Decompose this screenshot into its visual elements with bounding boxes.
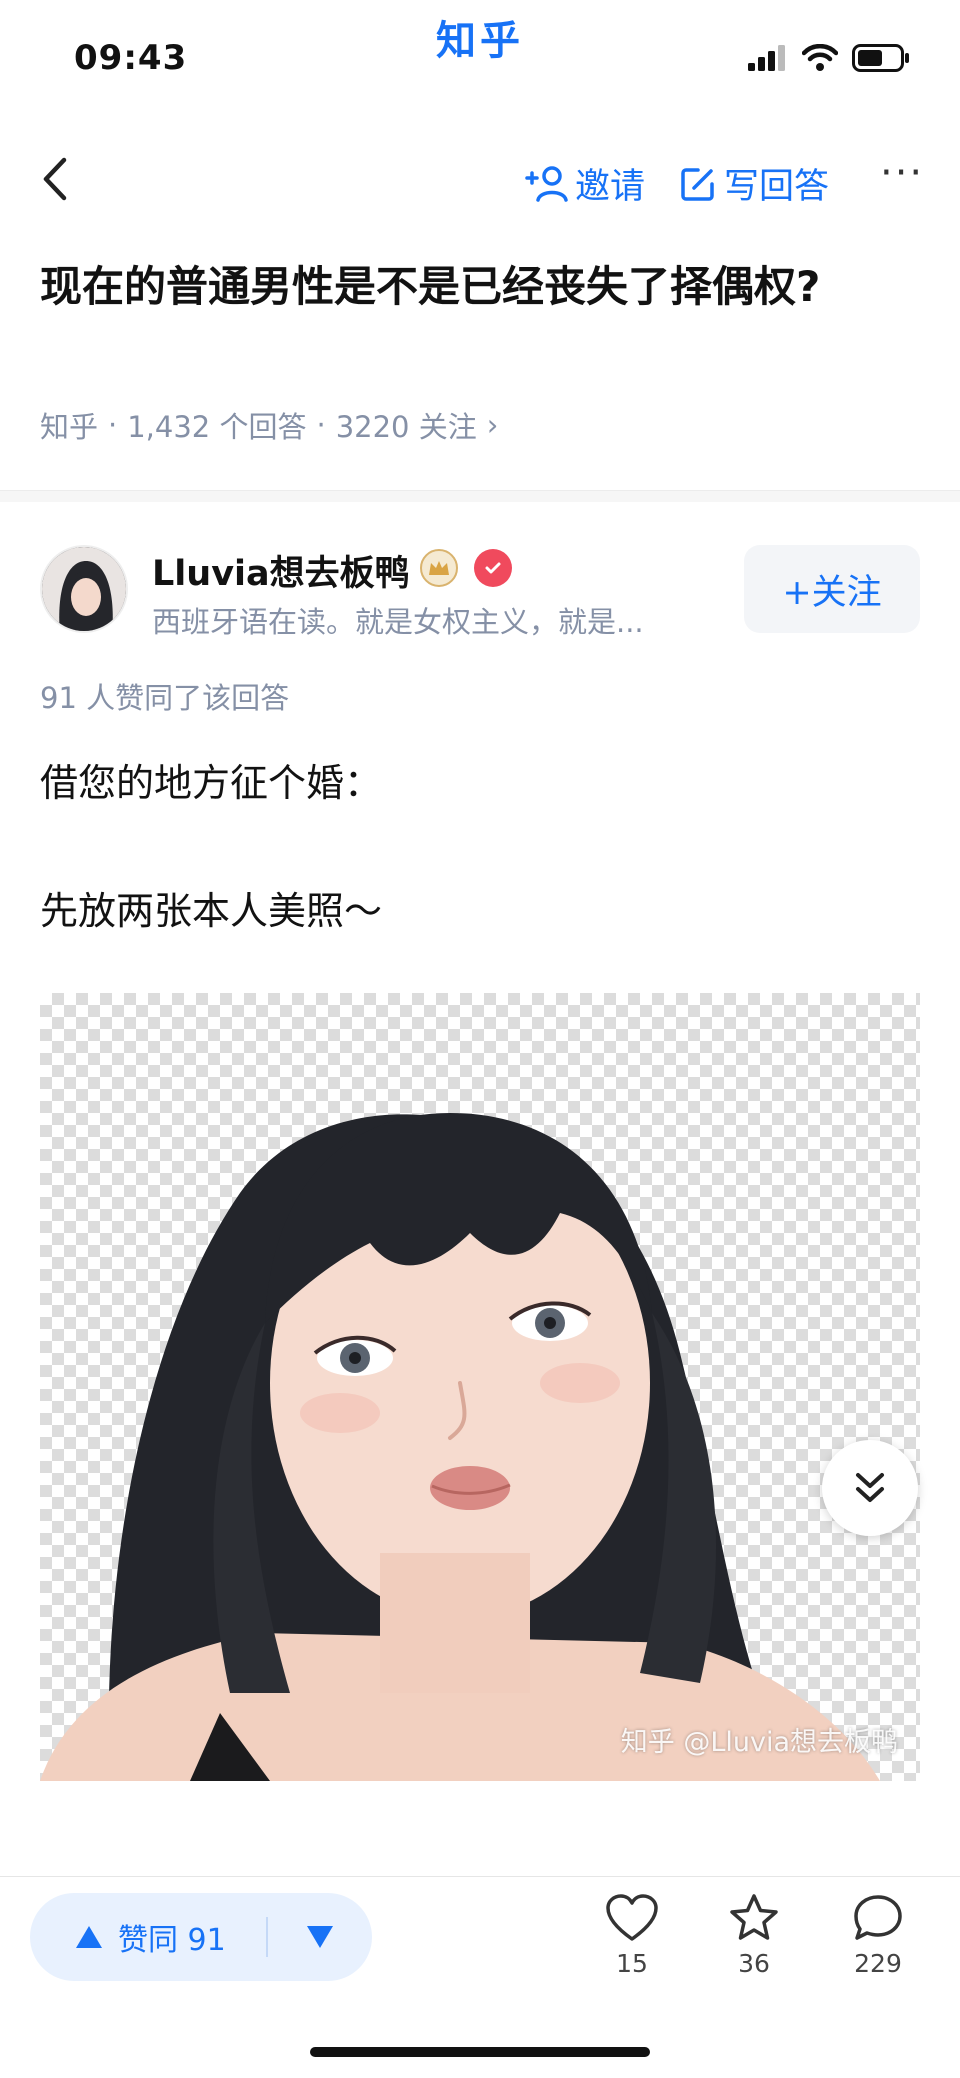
answer-paragraph: 先放两张本人美照～: [40, 889, 383, 933]
author-bio: 西班牙语在读。就是女权主义，就是...: [152, 605, 644, 639]
invite-user-icon: [525, 165, 568, 202]
like-count: 15: [616, 1949, 648, 1978]
answer-image[interactable]: 知乎 @Lluvia想去板鸭: [40, 993, 920, 1781]
downvote-button[interactable]: [268, 1893, 372, 1981]
write-answer-button[interactable]: 写回答: [678, 158, 829, 209]
comment-button[interactable]: 229: [838, 1893, 918, 1978]
cellular-signal-icon: [748, 45, 785, 71]
heart-icon: [606, 1894, 658, 1941]
comment-count: 229: [854, 1949, 902, 1978]
star-icon: [730, 1894, 778, 1940]
avatar-image: [42, 547, 126, 631]
favorite-button[interactable]: 36: [714, 1893, 794, 1978]
double-chevron-down-icon: [856, 1473, 884, 1502]
author-row: Lluvia想去板鸭 西班牙语在读。就是女权主义，就是... +关注: [40, 545, 920, 639]
agree-count-text: 91 人赞同了该回答: [40, 681, 290, 715]
section-divider: [0, 490, 960, 502]
upvote-button[interactable]: 赞同 91: [30, 1893, 266, 1981]
verified-badge-icon: [474, 549, 512, 587]
image-watermark: 知乎 @Lluvia想去板鸭: [620, 1727, 898, 1758]
home-indicator[interactable]: [310, 2047, 650, 2057]
arrow-down-icon: [307, 1926, 333, 1948]
arrow-up-icon: [76, 1926, 102, 1948]
answer-count: 1,432 个回答: [127, 410, 307, 444]
author-name[interactable]: Lluvia想去板鸭: [152, 545, 410, 596]
follower-count: 3220 关注: [335, 410, 477, 444]
scroll-down-button[interactable]: [822, 1440, 918, 1536]
meta-dot: ·: [108, 408, 118, 442]
question-title[interactable]: 现在的普通男性是不是已经丧失了择偶权?: [40, 258, 920, 316]
question-meta[interactable]: 知乎 · 1,432 个回答 · 3220 关注 ›: [40, 404, 498, 446]
meta-dot: ·: [316, 408, 326, 442]
question-source: 知乎: [40, 410, 99, 444]
wifi-icon: [802, 44, 838, 71]
invite-button[interactable]: 邀请: [525, 158, 645, 209]
portrait-illustration: [40, 1113, 880, 1781]
avatar[interactable]: [40, 545, 128, 633]
battery-icon: [852, 44, 909, 72]
status-icons: [748, 44, 910, 72]
favorite-count: 36: [738, 1949, 770, 1978]
comment-icon: [854, 1895, 902, 1940]
chevron-right-icon: ›: [486, 408, 499, 442]
invite-label: 邀请: [575, 167, 646, 207]
back-button[interactable]: [36, 154, 76, 204]
top-nav: 邀请 写回答 ···: [0, 140, 960, 220]
bottom-action-bar: 赞同 91 15 36 229: [0, 1876, 960, 2078]
answer-paragraph: 借您的地方征个婚：: [40, 761, 383, 805]
write-answer-label: 写回答: [724, 167, 830, 207]
follow-button[interactable]: +关注: [744, 545, 920, 633]
status-bar: 09:43 知乎: [0, 0, 960, 120]
upvote-label: 赞同 91: [118, 1923, 226, 1958]
vote-group: 赞同 91: [30, 1893, 372, 1981]
edit-icon: [681, 167, 714, 201]
crown-badge-icon: [420, 549, 458, 587]
like-button[interactable]: 15: [592, 1893, 672, 1978]
more-menu-button[interactable]: ···: [880, 150, 924, 196]
back-icon: [43, 157, 67, 201]
